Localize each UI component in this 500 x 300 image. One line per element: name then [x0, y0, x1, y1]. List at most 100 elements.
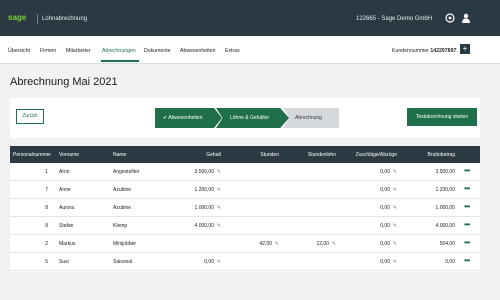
- add-button[interactable]: +: [460, 44, 470, 54]
- cell-name-value: Azubine: [113, 205, 132, 211]
- cell-personalnummer: 5: [36, 259, 48, 265]
- tab-abwesenheiten[interactable]: Abwesenheiten: [180, 48, 215, 54]
- table-row[interactable]: 9 Stefan Klemp 4.000,00 ✎ 0,00 ✎ 4.000,00 •••: [10, 217, 480, 235]
- cell-name: Azubine: [113, 205, 131, 211]
- cell-gehalt[interactable]: 1.000,00 ✎: [170, 205, 221, 211]
- cell-stunden-value: 42,00: [259, 241, 272, 247]
- row-menu-icon[interactable]: •••: [464, 238, 470, 247]
- cell-name-value: Angestellter: [113, 169, 140, 175]
- cell-vorname: Aurora: [59, 205, 74, 211]
- payroll-table: Personalnummer Vorname Name Gehalt Stund…: [10, 146, 480, 272]
- cell-gehalt[interactable]: 1.200,00 ✎: [170, 187, 221, 193]
- col-stunden[interactable]: Stunden: [233, 152, 279, 158]
- edit-pencil-icon[interactable]: ✎: [216, 170, 221, 175]
- cell-gehalt-value: 3.500,00: [194, 169, 214, 175]
- table-row[interactable]: 8 Aurora Azubine 1.000,00 ✎ 0,00 ✎ 1.000,00 •••: [10, 199, 480, 217]
- cell-zuschlaege[interactable]: 0,00 ✎: [337, 169, 397, 175]
- cell-zuschlaege[interactable]: 0,00 ✎: [337, 187, 397, 193]
- row-menu-icon[interactable]: •••: [464, 202, 470, 211]
- header-divider: [37, 14, 38, 24]
- tab-abrechnungen[interactable]: Abrechnungen: [102, 48, 136, 54]
- cell-bruttobetrag-value: 0,00: [445, 259, 455, 265]
- col-personalnummer[interactable]: Personalnummer: [13, 152, 51, 158]
- cell-bruttobetrag: 1.200,00: [400, 187, 455, 193]
- edit-pencil-icon[interactable]: ✎: [392, 224, 397, 229]
- cell-gehalt[interactable]: 4.000,00 ✎: [170, 223, 221, 229]
- edit-pencil-icon[interactable]: ✎: [392, 260, 397, 265]
- cell-zuschlaege[interactable]: 0,00 ✎: [337, 241, 397, 247]
- col-bruttobetrag[interactable]: Bruttobetrag: [400, 152, 455, 158]
- cell-stunden[interactable]: 42,00 ✎: [233, 241, 279, 247]
- start-test-button[interactable]: Testabrechnung starten: [407, 108, 477, 126]
- cell-vorname-value: Susi: [59, 259, 69, 265]
- cell-bruttobetrag: 504,00: [400, 241, 455, 247]
- app-title: Lohnabrechnung: [42, 16, 88, 22]
- cell-name: Angestellter: [113, 169, 139, 175]
- sage-logo[interactable]: sage: [8, 13, 26, 22]
- customer-value: 142297897: [430, 48, 457, 54]
- cell-vorname-value: Aurora: [59, 205, 75, 211]
- cell-vorname: Markus: [59, 241, 75, 247]
- step-abwesenheiten[interactable]: ✔ Abwesenheiten: [155, 108, 222, 128]
- customer-number: Kundennummer 142297897: [392, 48, 456, 54]
- tab-dokumente[interactable]: Dokumente: [144, 48, 171, 54]
- cell-zuschlaege[interactable]: 0,00 ✎: [337, 205, 397, 211]
- edit-pencil-icon[interactable]: ✎: [216, 206, 221, 211]
- col-vorname[interactable]: Vorname: [59, 152, 79, 158]
- cell-gehalt-value: 0,00: [204, 259, 214, 265]
- cell-gehalt[interactable]: 0,00 ✎: [170, 259, 221, 265]
- cell-zuschlaege[interactable]: 0,00 ✎: [337, 259, 397, 265]
- tab-firmen[interactable]: Firmen: [40, 48, 56, 54]
- cell-zuschlaege[interactable]: 0,00 ✎: [337, 223, 397, 229]
- cell-gehalt[interactable]: 3.500,00 ✎: [170, 169, 221, 175]
- cell-bruttobetrag-value: 1.200,00: [435, 187, 455, 193]
- cell-personalnummer: 8: [36, 205, 48, 211]
- edit-pencil-icon[interactable]: ✎: [392, 170, 397, 175]
- cell-vorname: Susi: [59, 259, 69, 265]
- step-loehne-gehaelter[interactable]: Löhne & Gehälter: [216, 108, 289, 128]
- col-gehalt[interactable]: Gehalt: [170, 152, 221, 158]
- cell-personalnummer-value: 1: [45, 169, 48, 175]
- table-header: Personalnummer Vorname Name Gehalt Stund…: [10, 146, 480, 163]
- help-icon[interactable]: [445, 13, 455, 23]
- cell-personalnummer: 9: [36, 223, 48, 229]
- tab-extras[interactable]: Extras: [225, 48, 240, 54]
- tab-mitarbeiter[interactable]: Mitarbeiter: [66, 48, 91, 54]
- edit-pencil-icon[interactable]: ✎: [392, 188, 397, 193]
- back-button[interactable]: Zurück: [16, 109, 44, 124]
- top-bar: sage Lohnabrechnung 122665 - Sage Demo G…: [0, 0, 500, 36]
- cell-bruttobetrag: 0,00: [400, 259, 455, 265]
- table-row[interactable]: 5 Susi Saisonal 0,00 ✎ 0,00 ✎ 0,00 •••: [10, 253, 480, 271]
- edit-pencil-icon[interactable]: ✎: [392, 242, 397, 247]
- table-row[interactable]: 1 Arno Angestellter 3.500,00 ✎ 0,00 ✎ 3.500,00 •…: [10, 163, 480, 181]
- edit-pencil-icon[interactable]: ✎: [216, 260, 221, 265]
- edit-pencil-icon[interactable]: ✎: [216, 188, 221, 193]
- cell-stundenlohn-value: 12,00: [316, 241, 329, 247]
- cell-vorname: Stefan: [59, 223, 73, 229]
- cell-vorname-value: Arno: [59, 169, 70, 175]
- col-stundenlohn[interactable]: Stundenlohn: [285, 152, 336, 158]
- row-menu-icon[interactable]: •••: [464, 184, 470, 193]
- tab-uebersicht[interactable]: Übersicht: [8, 48, 30, 54]
- cell-bruttobetrag: 3.500,00: [400, 169, 455, 175]
- main-nav: Übersicht Firmen Mitarbeiter Abrechnunge…: [0, 36, 500, 64]
- user-icon[interactable]: [461, 13, 471, 23]
- col-name[interactable]: Name: [113, 152, 126, 158]
- cell-stundenlohn[interactable]: 12,00 ✎: [285, 241, 336, 247]
- col-zuschlaege[interactable]: Zuschläge/Abzüge: [337, 152, 397, 158]
- step-abrechnung[interactable]: Abrechnung: [283, 108, 339, 128]
- cell-name: Minijobber: [113, 241, 136, 247]
- company-name[interactable]: 122665 - Sage Demo GmbH: [356, 16, 432, 22]
- cell-personalnummer: 1: [36, 169, 48, 175]
- row-menu-icon[interactable]: •••: [464, 256, 470, 265]
- table-row[interactable]: 7 Anne Azubine 1.200,00 ✎ 0,00 ✎ 1.200,00 •••: [10, 181, 480, 199]
- cell-vorname-value: Stefan: [59, 223, 74, 229]
- table-row[interactable]: 2 Markus Minijobber 42,00 ✎ 12,00 ✎ 0,00 ✎ 504,00…: [10, 235, 480, 253]
- edit-pencil-icon[interactable]: ✎: [392, 206, 397, 211]
- row-menu-icon[interactable]: •••: [464, 166, 470, 175]
- cell-personalnummer: 7: [36, 187, 48, 193]
- row-menu-icon[interactable]: •••: [464, 220, 470, 229]
- edit-pencil-icon[interactable]: ✎: [331, 242, 336, 247]
- edit-pencil-icon[interactable]: ✎: [274, 242, 279, 247]
- edit-pencil-icon[interactable]: ✎: [216, 224, 221, 229]
